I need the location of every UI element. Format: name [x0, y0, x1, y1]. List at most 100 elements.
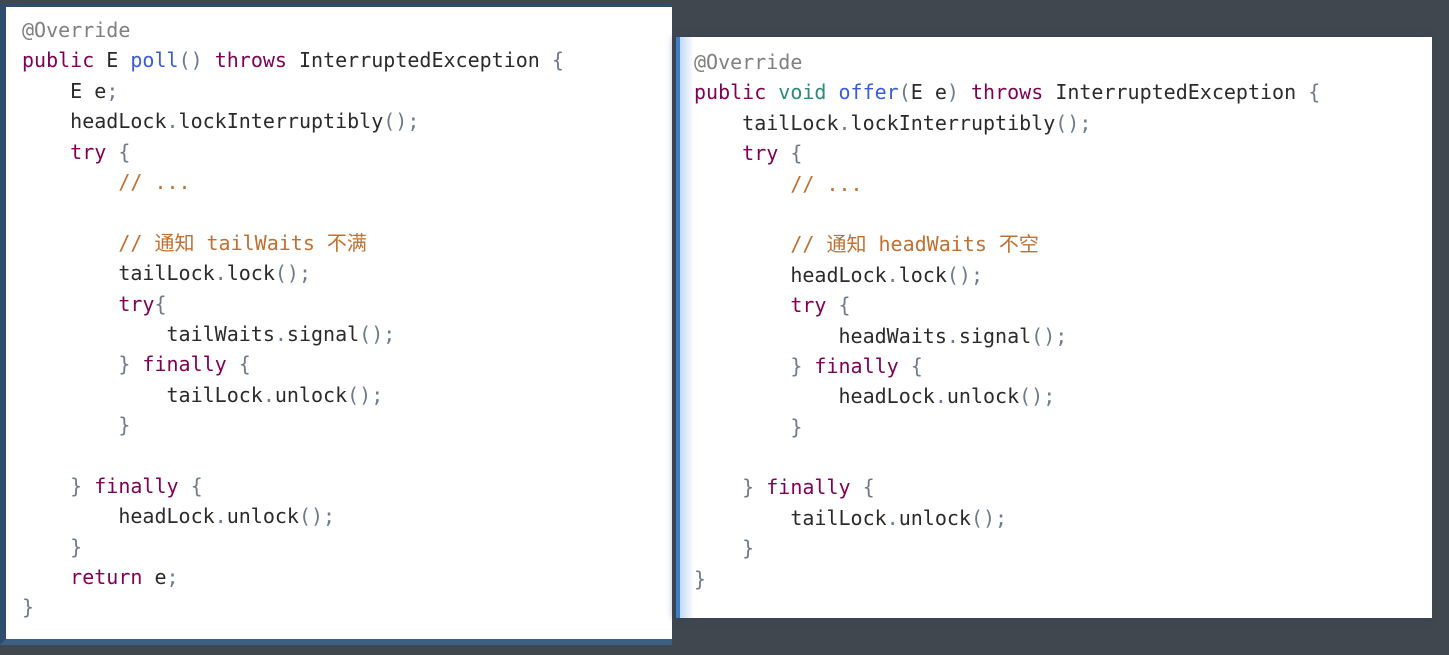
code-token-cmt: // 通知 headWaits 不空 — [790, 232, 1039, 257]
code-token-punc: { — [190, 473, 203, 498]
code-token-punc: } — [22, 595, 35, 620]
right-code-block[interactable]: @Override public void offer(E e) throws I… — [680, 37, 1432, 594]
code-line: tailLock.lock(); — [22, 258, 672, 288]
code-token-punc: (); — [347, 382, 384, 407]
code-token-punc: } — [790, 414, 803, 439]
code-line: headLock.lock(); — [694, 260, 1432, 290]
code-token-punc: () — [178, 48, 203, 73]
code-line: } — [694, 412, 1432, 442]
right-code-panel[interactable]: @Override public void offer(E e) throws I… — [676, 37, 1432, 618]
code-token-punc: . — [262, 382, 275, 407]
code-token-punc: { — [238, 352, 251, 377]
code-token-punc: } — [742, 475, 755, 500]
code-token-kw: return — [70, 565, 143, 590]
left-code-panel[interactable]: @Override public E poll() throws Interrup… — [0, 4, 672, 645]
code-line: try { — [694, 138, 1432, 168]
code-token-plain: unlock — [946, 384, 1020, 409]
code-line: @Override — [694, 47, 1432, 77]
code-line: tailLock.lockInterruptibly(); — [694, 108, 1432, 138]
code-token-punc: (); — [1055, 110, 1092, 135]
code-token-punc: ) — [946, 80, 959, 105]
code-line: } finally { — [22, 349, 672, 379]
code-line: public E poll() throws InterruptedExcept… — [22, 45, 672, 75]
code-token-plain: e — [82, 78, 107, 103]
code-token-punc: { — [118, 139, 131, 164]
code-token-type: E — [106, 48, 119, 73]
code-token-punc: } — [790, 353, 803, 378]
code-line: headLock.unlock(); — [22, 501, 672, 531]
code-token-plain: tailLock — [694, 505, 887, 530]
code-token-punc: { — [910, 353, 923, 378]
code-token-kw: throws — [214, 48, 287, 73]
code-token-plain: signal — [286, 321, 360, 346]
code-token-punc: (); — [298, 504, 336, 529]
code-token-type: InterruptedException — [1055, 80, 1297, 105]
code-token-punc: { — [154, 291, 167, 316]
code-line: public void offer(E e) throws Interrupte… — [694, 77, 1432, 107]
code-token-plain: e — [922, 80, 947, 105]
code-token-cmt: // ... — [790, 171, 863, 196]
code-line: } finally { — [22, 471, 672, 501]
code-token-punc: } — [70, 534, 83, 559]
code-token-kw: try — [790, 293, 827, 318]
code-line: } finally { — [694, 472, 1432, 502]
code-token-punc: . — [886, 505, 899, 530]
code-line: } — [22, 410, 672, 440]
code-token-punc: . — [274, 321, 287, 346]
code-token-type: E — [910, 80, 923, 105]
code-line: headLock.unlock(); — [694, 381, 1432, 411]
code-line: tailLock.unlock(); — [694, 503, 1432, 533]
code-token-punc: } — [118, 352, 131, 377]
code-line: try { — [22, 137, 672, 167]
code-token-ann: @Override — [694, 50, 803, 74]
code-token-punc: { — [838, 293, 851, 318]
code-token-prim: void — [778, 80, 827, 105]
code-token-plain: headLock — [694, 262, 887, 287]
code-token-punc: ; — [106, 78, 119, 103]
code-token-plain: unlock — [226, 504, 299, 529]
code-line: return e; — [22, 562, 672, 592]
code-token-plain: headWaits — [694, 323, 947, 348]
code-token-plain: lockInterruptibly — [178, 109, 384, 134]
code-line: // 通知 tailWaits 不满 — [22, 228, 672, 258]
code-token-plain: tailWaits — [22, 321, 275, 346]
code-line: } — [694, 564, 1432, 594]
code-line: headLock.lockInterruptibly(); — [22, 106, 672, 136]
code-token-punc: { — [862, 475, 875, 500]
left-code-block[interactable]: @Override public E poll() throws Interrup… — [6, 7, 672, 623]
code-token-punc: . — [934, 384, 947, 409]
code-token-plain: e — [142, 565, 167, 590]
code-line: try { — [694, 290, 1432, 320]
code-line: tailLock.unlock(); — [22, 380, 672, 410]
code-token-punc: } — [118, 413, 131, 438]
code-token-fn: offer — [838, 80, 899, 105]
code-token-punc: { — [1308, 80, 1321, 105]
code-token-kw: throws — [971, 80, 1044, 105]
